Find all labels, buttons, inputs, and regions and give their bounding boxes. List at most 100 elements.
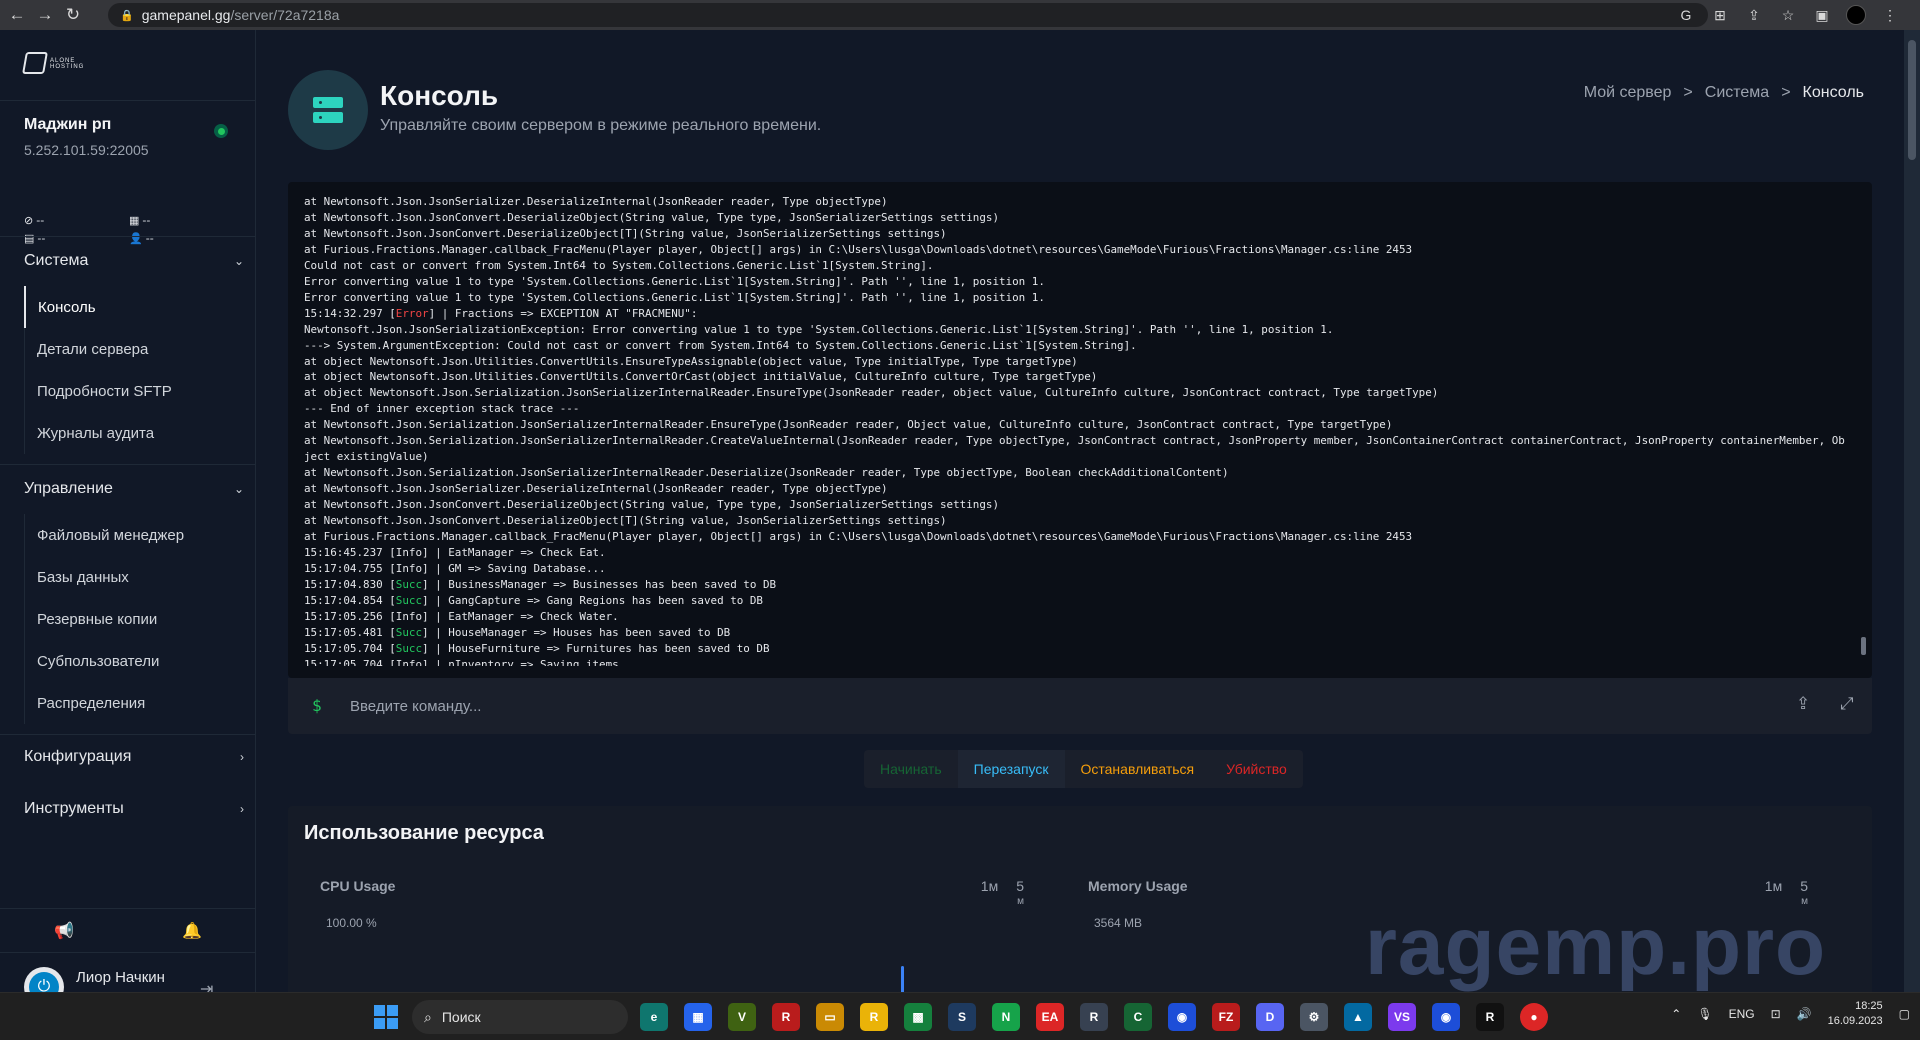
forward-icon[interactable]: → (34, 4, 56, 26)
menu-kebab-icon[interactable]: ⋮ (1880, 5, 1900, 25)
server-info: Маджин рп 5.252.101.59:22005 (24, 116, 244, 158)
main-content: Консоль Управляйте своим сервером в режи… (256, 30, 1904, 1006)
chevron-up-icon[interactable]: ⌃ (1671, 1007, 1681, 1021)
file-explorer-icon[interactable]: ▭ (816, 1003, 844, 1031)
system-tray: ⌃ 🎙 ENG ⊡ 🔊 18:25 16.09.2023 ▢ (1671, 999, 1910, 1029)
nav-group-label: Инструменты (24, 800, 124, 817)
taskbar-search[interactable]: ⌕ Поиск (412, 1000, 628, 1034)
bookmark-star-icon[interactable]: ☆ (1778, 5, 1798, 25)
console-line: 15:16:45.237 [Info] | EatManager => Chec… (304, 545, 606, 559)
clock[interactable]: 18:25 16.09.2023 (1828, 999, 1883, 1029)
discord-icon[interactable]: D (1256, 1003, 1284, 1031)
console-line: at Newtonsoft.Json.JsonSerializer.Deseri… (304, 195, 888, 208)
range-5m[interactable]: 5 (1800, 878, 1808, 894)
restart-button[interactable]: Перезапуск (957, 750, 1065, 788)
bell-icon[interactable]: 🔔 (182, 921, 202, 941)
lock-icon: 🔒 (120, 9, 134, 22)
address-bar[interactable]: 🔒 gamepanel.gg/server/72a7218a (108, 3, 1708, 27)
rockstar-icon[interactable]: R (860, 1003, 888, 1031)
sidebar-item-file-manager[interactable]: Файловый менеджер (25, 514, 244, 556)
share-icon[interactable]: ⇪ (1744, 5, 1764, 25)
reload-icon[interactable]: ↻ (62, 4, 84, 26)
sidebar-item-audit-logs[interactable]: Журналы аудита (25, 412, 244, 454)
game-launcher-icon[interactable]: R (772, 1003, 800, 1031)
sidebar-item-server-details[interactable]: Детали сервера (25, 328, 244, 370)
network-icon[interactable]: ⊡ (1771, 1007, 1781, 1021)
minecraft-icon[interactable]: ▩ (904, 1003, 932, 1031)
chrome-profile-icon[interactable]: ◉ (1432, 1003, 1460, 1031)
nav-group-label: Управление (24, 480, 113, 497)
upload-icon[interactable]: ⇪ (1796, 694, 1810, 714)
sidebar-item-sftp[interactable]: Подробности SFTP (25, 370, 244, 412)
kill-button[interactable]: Убийство (1210, 750, 1303, 788)
range-1m[interactable]: 1м (1765, 878, 1782, 894)
back-icon[interactable]: ← (6, 4, 28, 26)
console-log: at Newtonsoft.Json.JsonSerializer.Deseri… (304, 194, 1848, 666)
sidebar-item-console[interactable]: Консоль (24, 286, 244, 328)
megaphone-icon[interactable]: 📢 (54, 921, 74, 941)
rage-launcher-icon[interactable]: R (1476, 1003, 1504, 1031)
range-5m[interactable]: 5 (1016, 878, 1024, 894)
filezilla-icon[interactable]: FZ (1212, 1003, 1240, 1031)
console-line: Newtonsoft.Json.JsonSerializationExcepti… (304, 322, 1334, 336)
command-input[interactable] (350, 692, 1750, 720)
edge-icon[interactable]: e (640, 1003, 668, 1031)
logo[interactable]: ALONE HOSTING (22, 52, 83, 78)
divider (0, 734, 256, 735)
ea-icon[interactable]: EA (1036, 1003, 1064, 1031)
stop-button[interactable]: Останавливаться (1065, 750, 1211, 788)
photos-icon[interactable]: ▲ (1344, 1003, 1372, 1031)
page-scrollbar[interactable] (1904, 30, 1920, 992)
prompt-symbol: $ (312, 696, 322, 715)
url-host: gamepanel.gg (141, 7, 231, 23)
console-line: at Newtonsoft.Json.JsonConvert.Deseriali… (304, 498, 1000, 512)
logo-mark-icon (22, 52, 48, 74)
profile-icon[interactable] (1846, 5, 1866, 25)
side-panel-icon[interactable]: ▣ (1812, 5, 1832, 25)
sidebar-item-allocations[interactable]: Распределения (25, 682, 244, 724)
watermark: ragemp.pro (1365, 901, 1827, 992)
sidebar-item-backups[interactable]: Резервные копии (25, 598, 244, 640)
language-indicator[interactable]: ENG (1729, 1007, 1755, 1021)
range-1m[interactable]: 1м (981, 878, 998, 894)
cpu-range-toggle[interactable]: 1м 5 м (981, 878, 1024, 907)
nav-group-configuration[interactable]: Конфигурация › (24, 748, 244, 766)
breadcrumb-item-my-server[interactable]: Мой сервер (1584, 84, 1672, 102)
visual-studio-icon[interactable]: VS (1388, 1003, 1416, 1031)
console-line: ---> System.ArgumentException: Could not… (304, 338, 1137, 352)
page-subtitle: Управляйте своим сервером в режиме реаль… (380, 117, 822, 134)
chrome-icon[interactable]: ◉ (1168, 1003, 1196, 1031)
record-icon[interactable]: ● (1520, 1003, 1548, 1031)
settings-icon[interactable]: ⚙ (1300, 1003, 1328, 1031)
nav-group-system[interactable]: Система ⌄ (24, 252, 244, 270)
translate-icon[interactable]: ⊞ (1710, 5, 1730, 25)
expand-icon[interactable]: ⤢ (1840, 694, 1854, 714)
google-lens-icon[interactable]: G (1676, 5, 1696, 25)
store-icon[interactable]: ▦ (684, 1003, 712, 1031)
ccleaner-icon[interactable]: C (1124, 1003, 1152, 1031)
sidebar-item-subusers[interactable]: Субпользователи (25, 640, 244, 682)
nvidia-icon[interactable]: N (992, 1003, 1020, 1031)
volume-icon[interactable]: 🔊 (1797, 1007, 1812, 1021)
disk-stat: ▤ -- (24, 231, 129, 245)
microphone-icon[interactable]: 🎙 (1697, 1007, 1712, 1021)
breadcrumb-item-system[interactable]: Система (1705, 84, 1769, 102)
vortex-icon[interactable]: V (728, 1003, 756, 1031)
nav-group-management[interactable]: Управление ⌄ (24, 480, 244, 498)
divider (0, 464, 256, 465)
notifications-icon[interactable]: ▢ (1899, 1007, 1910, 1021)
console-scrollbar[interactable] (1861, 637, 1866, 655)
console-line: at Newtonsoft.Json.Serialization.JsonSer… (304, 418, 1393, 432)
console-line: --- End of inner exception stack trace -… (304, 402, 580, 416)
nav-group-tools[interactable]: Инструменты › (24, 800, 244, 818)
ragemp-icon[interactable]: R (1080, 1003, 1108, 1031)
console-output-panel: at Newtonsoft.Json.JsonSerializer.Deseri… (288, 182, 1872, 678)
steam-icon[interactable]: S (948, 1003, 976, 1031)
memory-range-toggle[interactable]: 1м 5 м (1765, 878, 1808, 907)
windows-start-icon[interactable] (374, 1005, 398, 1029)
start-button[interactable]: Начинать (864, 750, 958, 788)
taskbar-search-label: Поиск (441, 1009, 481, 1025)
console-line: at Furious.Fractions.Manager.callback_Fr… (304, 530, 1413, 544)
divider (0, 236, 256, 237)
sidebar-item-databases[interactable]: Базы данных (25, 556, 244, 598)
